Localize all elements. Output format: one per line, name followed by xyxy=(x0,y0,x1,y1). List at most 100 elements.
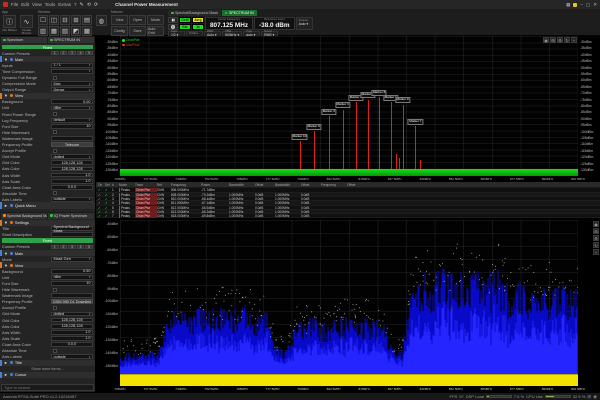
info-ribbon-button[interactable]: ⓘ xyxy=(3,15,16,28)
axis-width-value-field[interactable]: 1.0 xyxy=(51,330,93,335)
watermark-image-field[interactable] xyxy=(51,136,93,141)
trace-mode-rst[interactable]: Rst xyxy=(179,24,191,30)
tile-single-button[interactable]: ☐ xyxy=(38,15,48,25)
trace-mode-1s[interactable]: 1s xyxy=(192,24,204,30)
preset-1-button[interactable]: 1 xyxy=(51,245,59,250)
preset-button[interactable]: Fixed xyxy=(2,45,93,50)
ribbon-tab-spectrum-in[interactable]: SPECTRUM IN xyxy=(222,10,257,16)
background-value-field[interactable]: 0.00 xyxy=(51,99,93,104)
grid-mode-dropdown[interactable]: dotted▾ xyxy=(51,312,93,317)
preset-button[interactable]: Fixed xyxy=(2,238,93,243)
panel-tab-spectral-background-mask[interactable]: Spectral Background Mask xyxy=(1,213,47,219)
preset-5-button[interactable]: 5 xyxy=(85,245,93,250)
axis-width-value-field[interactable]: 1.0 xyxy=(51,173,93,178)
accept-profile-checkbox[interactable] xyxy=(53,149,57,153)
auto-grid-button[interactable]: Auto Grid xyxy=(147,26,164,36)
spectrum-chart[interactable]: -30dBm-35dBm-40dBm-45dBm-50dBm-55dBm-60d… xyxy=(96,36,600,182)
tile-custom-button[interactable]: ◩ xyxy=(71,26,81,36)
chart-area-color-swatch[interactable]: 0,0,0 xyxy=(51,185,93,190)
tile-rows-button[interactable]: ▤ xyxy=(82,15,92,25)
menu-file[interactable]: File xyxy=(11,2,18,7)
tile-vertical-button[interactable]: ⊟ xyxy=(60,15,70,25)
open-button[interactable]: Open xyxy=(129,15,146,25)
camera-icon[interactable]: ◉ xyxy=(543,37,549,43)
section-quick-menu[interactable]: ►Quick Menu xyxy=(0,202,95,208)
time-compression-dropdown[interactable]: ▾ xyxy=(51,69,93,74)
pen-tool-icon[interactable]: ✎ xyxy=(80,2,84,8)
tile-columns-button[interactable]: ▥ xyxy=(38,26,48,36)
preset-1-button[interactable]: 1 xyxy=(51,51,59,56)
preset-4-button[interactable]: 4 xyxy=(77,245,85,250)
menu-extras[interactable]: Extras xyxy=(58,2,71,7)
notification-icon[interactable] xyxy=(573,3,577,7)
marker-label[interactable]: Marker 2 xyxy=(321,109,336,115)
tile-horizontal-button[interactable]: ◫ xyxy=(49,15,59,25)
grid-color-swatch[interactable]: 128,128,128 xyxy=(51,318,93,323)
minimize-button[interactable]: – xyxy=(580,2,583,7)
trace-mode-clrw[interactable]: ClrW xyxy=(179,17,191,23)
section-cursor[interactable]: ►Cursor xyxy=(0,372,95,378)
axis-color-swatch[interactable]: 128,128,128 xyxy=(51,324,93,329)
axis-labels-dropdown[interactable]: outside▾ xyxy=(51,354,93,359)
mask-chart[interactable]: -40dBm-50dBm-60dBm-70dBm-80dBm-90dBm-100… xyxy=(96,218,600,392)
menu-tools[interactable]: Tools xyxy=(45,2,56,7)
marker-label[interactable]: Marker 10 xyxy=(291,134,308,140)
font-size-value-field[interactable]: 10 xyxy=(51,124,93,129)
record-status-icon[interactable]: ◉ xyxy=(593,394,597,400)
preset-2-button[interactable]: 2 xyxy=(60,245,68,250)
watermark-image-field[interactable] xyxy=(51,293,93,298)
frequency-profile-button[interactable]: Telecom xyxy=(51,142,93,147)
refresh-icon[interactable]: ↻ xyxy=(593,242,599,248)
log-frequency-dropdown[interactable]: default▾ xyxy=(51,118,93,123)
unit-dropdown[interactable]: dBm▾ xyxy=(51,275,93,280)
grid-mode-dropdown[interactable]: dotted▾ xyxy=(51,154,93,159)
compression-mode-dropdown[interactable]: Max▾ xyxy=(51,81,93,86)
preamp-dropdown[interactable]: Preamp Auto ▾ xyxy=(296,17,313,30)
preset-5-button[interactable]: 5 xyxy=(85,51,93,56)
absolute-time-checkbox[interactable] xyxy=(53,191,57,195)
panel-tab-spectrum-in[interactable]: SPECTRUM IN xyxy=(48,37,94,43)
short-description-field[interactable] xyxy=(51,232,93,237)
ribbon-tab-spectral-background-mask[interactable]: Spectral/Background Mask xyxy=(168,10,221,16)
font-size-value-field[interactable]: 10 xyxy=(51,281,93,286)
save-button[interactable]: Save xyxy=(129,26,146,36)
marker-label[interactable]: Marker 9 xyxy=(306,124,321,130)
layout-indicator-icon[interactable]: ▦ xyxy=(566,2,570,8)
axis-scale-value-field[interactable]: 1.0 xyxy=(51,336,93,341)
accept-profile-checkbox[interactable] xyxy=(53,306,57,310)
sidebar-search-input[interactable] xyxy=(1,384,94,391)
hide-wavemark-checkbox[interactable] xyxy=(53,130,57,134)
close-button[interactable]: ✕ xyxy=(593,2,597,8)
trace-mode-avrg[interactable]: Avrg xyxy=(192,17,204,23)
grid-status-icon[interactable]: ⊞ xyxy=(587,394,591,400)
center-frequency-display[interactable]: Center Frequency 807.125 MHz xyxy=(205,17,253,30)
marker-label[interactable]: Marker 7 xyxy=(408,119,423,125)
visuals-monitor-button[interactable]: ∿ xyxy=(20,15,33,28)
pin-icon[interactable]: + xyxy=(571,37,577,43)
fixed-power-range-checkbox[interactable] xyxy=(53,112,57,116)
preset-2-button[interactable]: 2 xyxy=(60,51,68,56)
frequency-profile-button[interactable]: GSM 900 DL Downlink xyxy=(51,299,93,304)
axis-scale-value-field[interactable]: 1.0 xyxy=(51,179,93,184)
chart-area-color-swatch[interactable]: 0,0,0 xyxy=(51,342,93,347)
settings-icon[interactable]: ⚙ xyxy=(593,235,599,241)
maximize-button[interactable]: ▢ xyxy=(586,2,590,8)
menu-edit[interactable]: Edit xyxy=(21,2,29,7)
preset-4-button[interactable]: 4 xyxy=(77,51,85,56)
unit-dropdown[interactable]: dBm▾ xyxy=(51,106,93,111)
axis-labels-dropdown[interactable]: outside▾ xyxy=(51,197,93,202)
tile-grid-button[interactable]: ⊞ xyxy=(71,15,81,25)
mode-button[interactable]: Mode xyxy=(147,15,164,25)
marker-table[interactable]: OnSel#ModeTraceRefFrequencyPowerBandwidt… xyxy=(96,182,600,218)
preset-3-button[interactable]: 3 xyxy=(68,245,76,250)
inputs-dropdown[interactable]: 1 / 1▾ xyxy=(51,63,93,68)
axis-color-swatch[interactable]: 128,128,128 xyxy=(51,167,93,172)
refresh-icon[interactable]: ↻ xyxy=(564,37,570,43)
settings-icon[interactable]: ⚙ xyxy=(557,37,563,43)
absolute-time-checkbox[interactable] xyxy=(53,349,57,353)
output-range-dropdown[interactable]: Dense▾ xyxy=(51,87,93,92)
view-button[interactable]: View xyxy=(111,15,128,25)
marker-label[interactable]: Marker 3 xyxy=(335,102,350,108)
marker-label[interactable]: Marker 8 xyxy=(395,97,410,103)
grid-color-swatch[interactable]: 128,128,128 xyxy=(51,160,93,165)
